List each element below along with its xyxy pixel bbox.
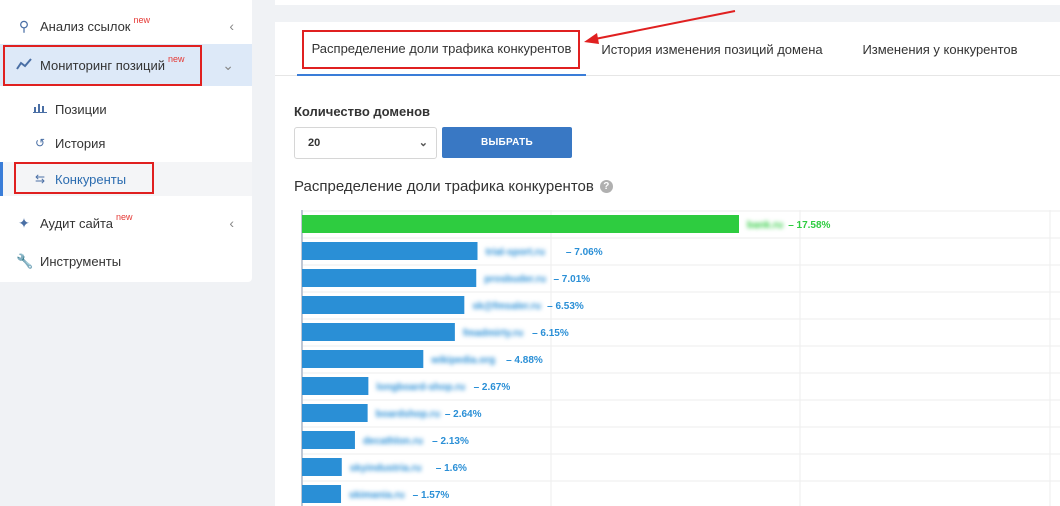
sidebar-item-label: Анализ ссылок [40,18,131,34]
bar-domain-label: prosbuder.ru [484,274,546,285]
chevron-down-icon: ⌄ [222,56,234,73]
history-icon: ↺ [34,136,46,150]
bar[interactable] [302,350,424,368]
bar-domain-label: boardshop.ru [376,409,440,420]
help-icon[interactable]: ? [599,180,613,193]
search-icon: ⚲ [18,17,30,34]
bar-value-label: – 1.57% [413,490,450,501]
tab-competitor-changes[interactable]: Изменения у конкурентов [857,22,1023,76]
bar-value-label: – 4.88% [506,355,543,366]
bar-chart-icon [32,102,48,116]
bar-domain-label: longboard-shop.ru [376,382,465,393]
chart-title-text: Распределение доли трафика конкурентов [294,178,594,195]
bar-value-label: – 2.67% [474,382,511,393]
bar-domain-label: trial-sport.ru [485,247,544,258]
sidebar-item-label: Аудит сайта [40,215,114,231]
chevron-left-icon: ‹ [229,215,234,231]
bar[interactable] [302,269,477,287]
select-button[interactable]: ВЫБРАТЬ [442,127,572,158]
bar-domain-label: wikipedia.org [430,355,495,366]
domains-count-label: Количество доменов [294,104,431,119]
sidebar: ⚲ Анализ ссылок new ‹ Мониторинг позиций… [0,0,252,282]
bar-value-label: – 1.6% [436,463,467,474]
bar-value-label: – 6.15% [532,328,569,339]
sidebar-item-tools[interactable]: 🔧 Инструменты [0,240,252,282]
chevron-down-icon: ⌄ [418,137,428,149]
sidebar-subitem-positions[interactable]: Позиции [0,92,252,126]
bar[interactable] [302,458,342,476]
bar[interactable] [302,296,465,314]
bar[interactable] [302,215,739,233]
bar-value-label: – 7.01% [553,274,590,285]
annotation-arrow [584,10,736,44]
bar-value-label: – 6.53% [547,301,584,312]
sidebar-subitem-label: История [55,135,106,151]
bar-value-label: – 2.64% [445,409,482,420]
bar-domain-label: skyindustria.ru [350,463,422,474]
chevron-left-icon: ‹ [229,18,234,34]
bar[interactable] [302,404,368,422]
highlight-box [3,45,202,86]
bar-domain-label: decathlon.ru [363,436,423,447]
bar[interactable] [302,431,355,449]
highlight-box [14,162,154,194]
sidebar-subitem-label: Позиции [55,101,107,117]
bar-domain-label: bank.ru [747,220,783,231]
bar[interactable] [302,323,455,341]
magic-wand-icon: ✦ [18,214,30,231]
bar[interactable] [302,377,369,395]
sidebar-item-link-analysis[interactable]: ⚲ Анализ ссылок new ‹ [0,5,252,47]
bar-domain-label: skimania.ru [349,490,405,501]
bar-domain-label: sk@fmsaler.ru [472,301,541,312]
sidebar-subitem-history[interactable]: ↺ История [0,126,252,160]
select-value: 20 [308,137,321,149]
bar-domain-label: fmadmirty.ru [463,328,523,339]
bar[interactable] [302,242,478,260]
highlight-box [302,30,580,69]
traffic-share-chart: bank.ru – 17.58% trial-sport.ru – 7.06% pros… [301,210,1060,506]
bar-value-label: – 7.06% [566,247,603,258]
tab-label: Изменения у конкурентов [862,41,1018,57]
chart-title: Распределение доли трафика конкурентов ? [294,178,613,195]
sidebar-item-label: Инструменты [40,253,122,269]
bar-value-label: – 17.58% [788,220,830,231]
domains-count-select[interactable]: 20 ⌄ [294,127,437,159]
chart-bars: bank.ru – 17.58% trial-sport.ru – 7.06% pros… [302,215,831,503]
sidebar-item-site-audit[interactable]: ✦ Аудит сайта new ‹ [0,202,252,244]
wrench-icon: 🔧 [16,252,34,269]
bar-value-label: – 2.13% [432,436,469,447]
bar[interactable] [302,485,342,503]
new-badge: new [133,15,151,25]
new-badge: new [116,212,133,222]
